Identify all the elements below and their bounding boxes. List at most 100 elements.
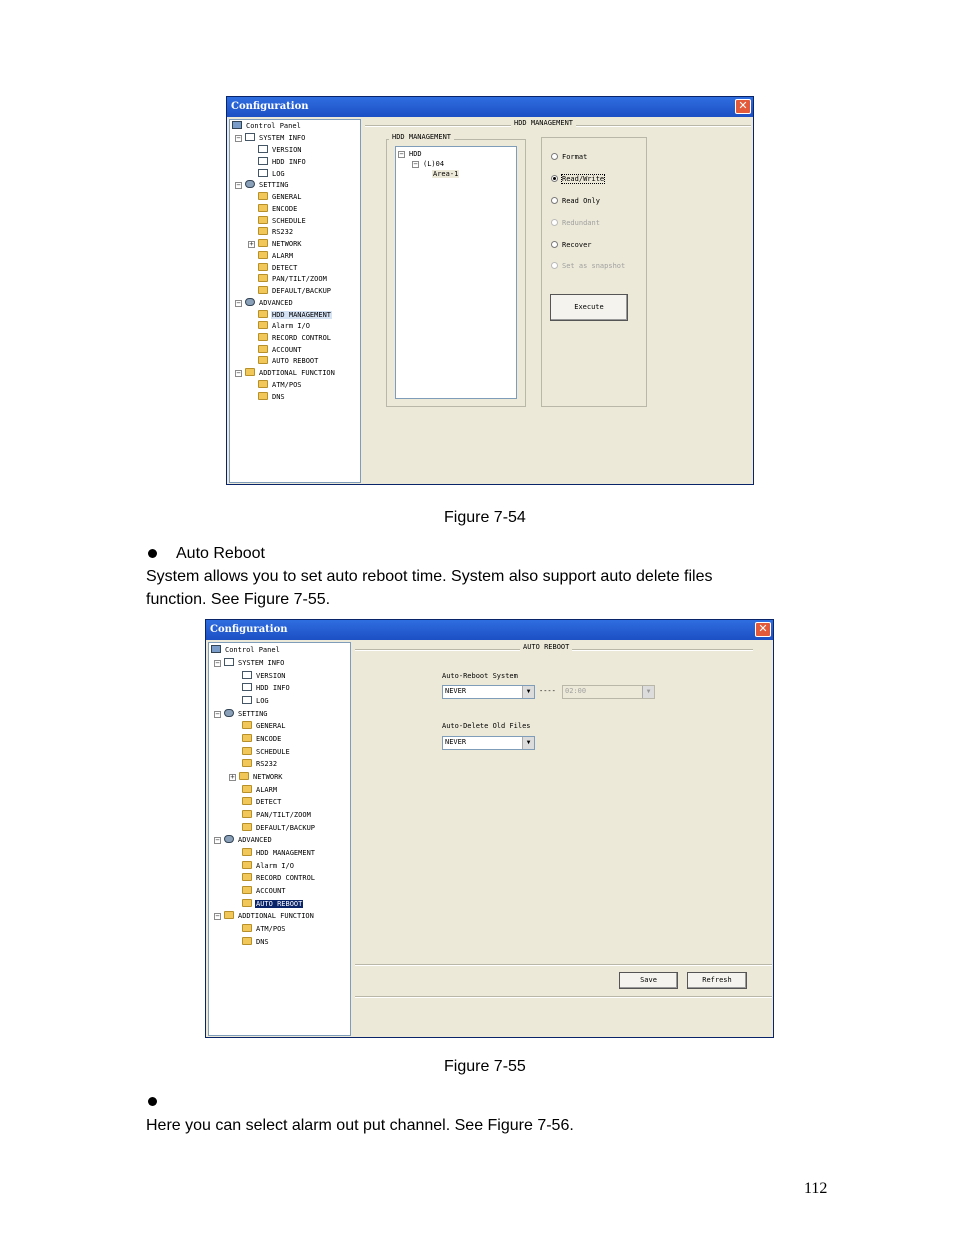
- tree-item-record-control[interactable]: RECORD CONTROL: [258, 332, 332, 344]
- option-recover[interactable]: Recover: [551, 241, 592, 249]
- window-titlebar: Configuration ✕: [206, 620, 773, 640]
- tree-item-ptz[interactable]: PAN/TILT/ZOOM: [242, 809, 312, 821]
- folder-icon: [258, 286, 268, 294]
- tree-item-setting[interactable]: − SETTING: [214, 708, 269, 720]
- expand-icon[interactable]: +: [229, 774, 236, 781]
- monitor-icon: [211, 645, 221, 653]
- tree-item-dns[interactable]: DNS: [242, 936, 270, 948]
- tree-item-advanced[interactable]: − ADVANCED: [214, 834, 273, 846]
- tree-item-default-backup[interactable]: DEFAULT/BACKUP: [258, 285, 332, 297]
- tree-item-system-info[interactable]: − SYSTEM INFO: [214, 657, 285, 669]
- tree-item-record-control[interactable]: RECORD CONTROL: [242, 872, 316, 884]
- folder-icon: [258, 310, 268, 318]
- tree-item-system-info[interactable]: − SYSTEM INFO: [235, 132, 306, 144]
- tree-item-atm-pos[interactable]: ATM/POS: [242, 923, 287, 935]
- time-separator: ----: [539, 687, 556, 695]
- advanced-icon: [224, 835, 234, 843]
- expand-icon[interactable]: +: [248, 241, 255, 248]
- tree-item-network[interactable]: + NETWORK: [229, 771, 284, 783]
- tree-item-additional-function[interactable]: − ADDTIONAL FUNCTION: [214, 910, 315, 922]
- folder-icon: [242, 899, 252, 907]
- tree-item-control-panel[interactable]: Control Panel: [232, 120, 302, 132]
- folder-icon: [258, 251, 268, 259]
- collapse-icon[interactable]: −: [412, 161, 419, 168]
- tree-item-control-panel[interactable]: Control Panel: [211, 644, 281, 656]
- folder-icon: [242, 747, 252, 755]
- page-number: 112: [804, 1180, 828, 1197]
- option-read-only[interactable]: Read Only: [551, 197, 600, 205]
- tree-item-auto-reboot[interactable]: AUTO REBOOT: [258, 355, 319, 367]
- collapse-icon[interactable]: −: [235, 135, 242, 142]
- tree-item-account[interactable]: ACCOUNT: [242, 885, 287, 897]
- area-node[interactable]: Area-1: [432, 168, 460, 180]
- section-title: AUTO REBOOT: [520, 643, 573, 651]
- tree-item-encode[interactable]: ENCODE: [258, 203, 298, 215]
- document-icon: [258, 145, 268, 153]
- option-read-write[interactable]: Read/Write: [551, 174, 606, 184]
- tree-item-advanced[interactable]: − ADVANCED: [235, 297, 294, 309]
- collapse-icon[interactable]: −: [214, 660, 221, 667]
- tree-item-setting[interactable]: − SETTING: [235, 179, 290, 191]
- folder-icon: [245, 368, 255, 376]
- tree-item-hdd-management[interactable]: HDD MANAGEMENT: [242, 847, 316, 859]
- folder-icon: [242, 823, 252, 831]
- group-title: HDD MANAGEMENT: [389, 133, 455, 141]
- tree-item-detect[interactable]: DETECT: [242, 796, 282, 808]
- tree-item-rs232[interactable]: RS232: [242, 758, 278, 770]
- auto-reboot-select[interactable]: NEVER ▼: [442, 685, 535, 699]
- close-icon[interactable]: ✕: [755, 622, 771, 637]
- chevron-down-icon[interactable]: ▼: [522, 737, 534, 749]
- tree-item-alarm[interactable]: ALARM: [242, 784, 278, 796]
- collapse-icon[interactable]: −: [235, 370, 242, 377]
- tree-item-default-backup[interactable]: DEFAULT/BACKUP: [242, 822, 316, 834]
- figure-caption-54: Figure 7-54: [444, 509, 526, 526]
- folder-icon: [242, 721, 252, 729]
- folder-icon: [242, 861, 252, 869]
- tree-item-log[interactable]: LOG: [242, 695, 270, 707]
- folder-icon: [258, 263, 268, 271]
- tree-item-ptz[interactable]: PAN/TILT/ZOOM: [258, 273, 328, 285]
- collapse-icon[interactable]: −: [398, 151, 405, 158]
- monitor-icon: [232, 121, 242, 129]
- refresh-button[interactable]: Refresh: [687, 972, 747, 989]
- tree-item-general[interactable]: GENERAL: [258, 191, 303, 203]
- folder-icon: [242, 886, 252, 894]
- option-format[interactable]: Format: [551, 153, 587, 161]
- tree-item-rs232[interactable]: RS232: [258, 226, 294, 238]
- tree-item-alarm[interactable]: ALARM: [258, 250, 294, 262]
- window-titlebar: Configuration ✕: [227, 97, 753, 117]
- collapse-icon[interactable]: −: [214, 837, 221, 844]
- control-panel-tree: Control Panel − SYSTEM INFO VERSION HDD I…: [229, 119, 361, 483]
- tree-item-encode[interactable]: ENCODE: [242, 733, 282, 745]
- tree-item-alarm-io[interactable]: Alarm I/O: [258, 320, 311, 332]
- document-icon: [242, 683, 252, 691]
- radio-icon: [551, 153, 558, 160]
- close-icon[interactable]: ✕: [735, 99, 751, 114]
- folder-icon: [224, 911, 234, 919]
- tree-item-general[interactable]: GENERAL: [242, 720, 287, 732]
- chevron-down-icon[interactable]: ▼: [522, 686, 534, 698]
- tree-item-version[interactable]: VERSION: [258, 144, 303, 156]
- tree-item-alarm-io[interactable]: Alarm I/O: [242, 860, 295, 872]
- tree-item-network[interactable]: + NETWORK: [248, 238, 303, 250]
- radio-selected-icon: [551, 175, 558, 182]
- tree-item-version[interactable]: VERSION: [242, 670, 287, 682]
- tree-item-dns[interactable]: DNS: [258, 391, 286, 403]
- tree-item-additional-function[interactable]: − ADDTIONAL FUNCTION: [235, 367, 336, 379]
- tree-item-auto-reboot[interactable]: AUTO REBOOT: [242, 898, 304, 910]
- advanced-icon: [245, 298, 255, 306]
- tree-item-hdd-info[interactable]: HDD INFO: [258, 156, 307, 168]
- figure-caption-55: Figure 7-55: [444, 1058, 526, 1075]
- tree-item-atm-pos[interactable]: ATM/POS: [258, 379, 303, 391]
- collapse-icon[interactable]: −: [235, 300, 242, 307]
- bullet-icon: [148, 1097, 157, 1106]
- execute-button[interactable]: Execute: [550, 294, 628, 321]
- tree-item-hdd-info[interactable]: HDD INFO: [242, 682, 291, 694]
- auto-delete-select[interactable]: NEVER ▼: [442, 736, 535, 750]
- save-button[interactable]: Save: [619, 972, 678, 989]
- collapse-icon[interactable]: −: [214, 913, 221, 920]
- collapse-icon[interactable]: −: [214, 711, 221, 718]
- collapse-icon[interactable]: −: [235, 182, 242, 189]
- document-icon: [258, 169, 268, 177]
- tree-item-schedule[interactable]: SCHEDULE: [242, 746, 291, 758]
